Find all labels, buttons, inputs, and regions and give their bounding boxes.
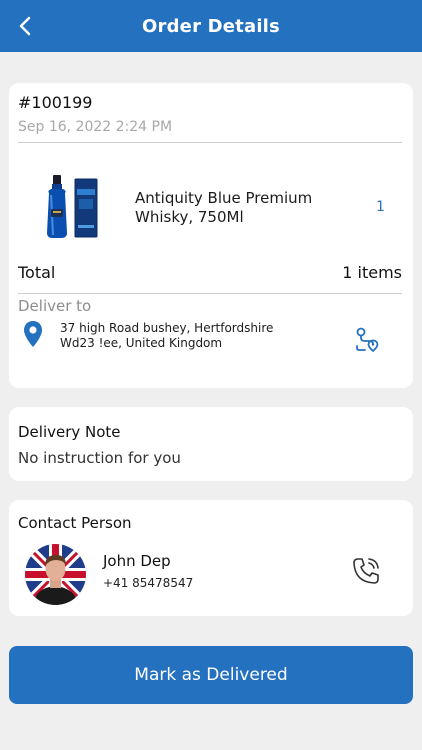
product-quantity: 1 — [376, 199, 385, 215]
chevron-left-icon — [19, 16, 31, 36]
mark-as-delivered-button[interactable]: Mark as Delivered — [9, 646, 413, 704]
contact-card: Contact Person John Dep +41 85478547 — [9, 500, 413, 616]
contact-phone: +41 85478547 — [103, 576, 194, 590]
order-card: #100199 Sep 16, 2022 2:24 PM Antiquity B… — [9, 83, 413, 388]
delivery-note-title: Delivery Note — [18, 423, 121, 441]
contact-title: Contact Person — [18, 514, 132, 532]
phone-call-icon[interactable] — [351, 556, 381, 586]
product-name: Antiquity Blue Premium Whisky, 750Ml — [135, 189, 313, 226]
order-id: #100199 — [18, 93, 93, 112]
back-button[interactable] — [6, 6, 46, 46]
page-title: Order Details — [142, 15, 280, 37]
divider — [18, 142, 402, 143]
product-image — [47, 175, 98, 238]
delivery-note-text: No instruction for you — [18, 449, 181, 467]
order-date: Sep 16, 2022 2:24 PM — [18, 119, 173, 135]
contact-name: John Dep — [103, 552, 171, 570]
deliver-to-label: Deliver to — [18, 297, 92, 315]
app-bar: Order Details — [0, 0, 422, 52]
divider — [18, 293, 402, 294]
total-items: 1 items — [342, 263, 402, 282]
delivery-note-card: Delivery Note No instruction for you — [9, 407, 413, 481]
avatar — [25, 544, 86, 605]
total-label: Total — [18, 263, 56, 282]
map-pin-icon — [24, 321, 42, 347]
route-icon[interactable] — [353, 326, 379, 352]
delivery-address: 37 high Road bushey, Hertfordshire Wd23 … — [60, 321, 274, 350]
